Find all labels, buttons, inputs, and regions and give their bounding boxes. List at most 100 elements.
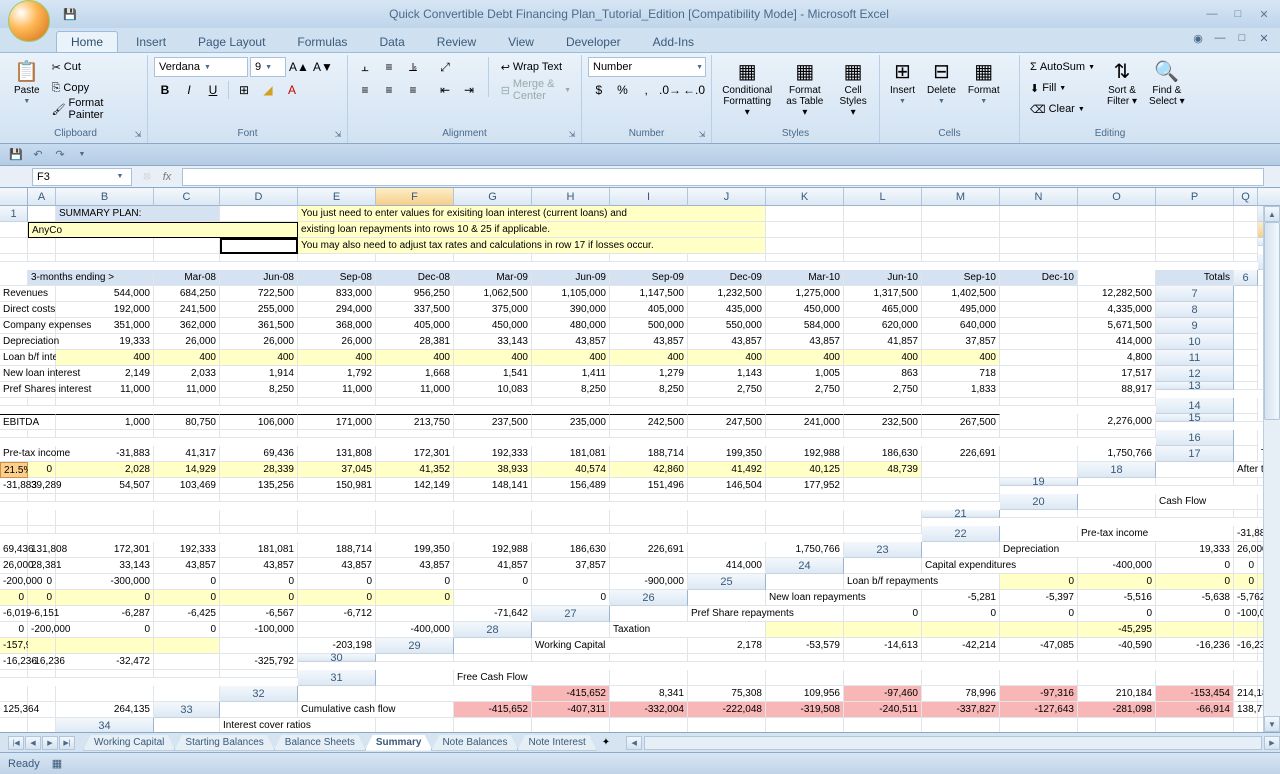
- cell[interactable]: [1000, 238, 1078, 254]
- cell[interactable]: -6,425: [154, 606, 220, 622]
- fx-icon[interactable]: fx: [158, 168, 176, 186]
- grow-font-button[interactable]: A▲: [288, 57, 310, 77]
- cell[interactable]: 0: [1234, 574, 1258, 590]
- header-cell[interactable]: 26: [610, 590, 688, 606]
- cell[interactable]: [844, 222, 922, 238]
- cell[interactable]: 242,500: [610, 414, 688, 430]
- cell[interactable]: [610, 430, 688, 438]
- align-right-button[interactable]: ≡: [402, 80, 424, 100]
- cell[interactable]: [610, 558, 688, 574]
- cell[interactable]: [298, 430, 376, 438]
- cell[interactable]: Pref Shares interest: [0, 382, 56, 398]
- cell[interactable]: [56, 398, 154, 406]
- cell[interactable]: 400: [766, 350, 844, 366]
- cell[interactable]: [922, 462, 1000, 478]
- sheet-tab[interactable]: Starting Balances: [174, 735, 274, 751]
- font-color-button[interactable]: A: [281, 80, 303, 100]
- cell[interactable]: [532, 622, 610, 638]
- cell[interactable]: 21.5%: [0, 462, 28, 478]
- cell[interactable]: [688, 430, 766, 438]
- cell[interactable]: 0: [844, 606, 922, 622]
- cell[interactable]: [56, 494, 154, 502]
- cell[interactable]: 0: [1000, 606, 1078, 622]
- merge-center-button[interactable]: ⊟Merge & Center▼: [497, 80, 575, 100]
- cell[interactable]: [766, 430, 844, 438]
- cell[interactable]: [922, 398, 1000, 406]
- cell[interactable]: [610, 606, 688, 622]
- cell[interactable]: 138,770: [1234, 702, 1258, 718]
- header-cell[interactable]: 15: [1156, 414, 1234, 422]
- cell[interactable]: 33,143: [454, 334, 532, 350]
- cell[interactable]: [1234, 654, 1258, 662]
- cell[interactable]: [0, 238, 28, 254]
- cell[interactable]: [154, 526, 220, 534]
- cell[interactable]: 213,750: [376, 414, 454, 430]
- cell[interactable]: [688, 398, 766, 406]
- cell[interactable]: [688, 254, 766, 262]
- cell[interactable]: [0, 270, 28, 286]
- header-cell[interactable]: Mar-09: [454, 270, 532, 286]
- cell[interactable]: 0: [0, 622, 28, 638]
- tab-home[interactable]: Home: [56, 31, 118, 52]
- cell[interactable]: 0: [1078, 606, 1156, 622]
- header-cell[interactable]: R: [1258, 188, 1280, 206]
- cell[interactable]: [28, 702, 56, 718]
- cell[interactable]: -222,048: [688, 702, 766, 718]
- cell[interactable]: [922, 478, 1000, 494]
- cell[interactable]: [56, 526, 154, 534]
- tab-view[interactable]: View: [494, 32, 548, 52]
- cell[interactable]: -281,098: [1078, 702, 1156, 718]
- cell[interactable]: 247,500: [688, 414, 766, 430]
- cell[interactable]: [766, 670, 844, 686]
- cell[interactable]: 151,496: [610, 478, 688, 494]
- cell[interactable]: 0: [220, 590, 298, 606]
- clear-button[interactable]: ⌫Clear▼: [1026, 99, 1099, 119]
- header-cell[interactable]: 17: [1156, 446, 1234, 462]
- cell[interactable]: 232,500: [844, 414, 922, 430]
- cell[interactable]: New loan interest: [0, 366, 56, 382]
- format-cells-button[interactable]: ▦Format▼: [964, 57, 1004, 107]
- cell[interactable]: 1,232,500: [688, 286, 766, 302]
- cell[interactable]: -400,000: [376, 622, 454, 638]
- cell[interactable]: [1156, 510, 1234, 518]
- cell[interactable]: [220, 206, 298, 222]
- cell[interactable]: 8,250: [220, 382, 298, 398]
- tab-review[interactable]: Review: [423, 32, 490, 52]
- cell[interactable]: 255,000: [220, 302, 298, 318]
- cell[interactable]: -100,000: [1234, 606, 1258, 622]
- cell[interactable]: [1078, 670, 1156, 686]
- cell[interactable]: 620,000: [844, 318, 922, 334]
- cell[interactable]: [532, 398, 610, 406]
- cell[interactable]: [1000, 414, 1078, 430]
- cell[interactable]: [376, 606, 454, 622]
- cell[interactable]: 28,381: [28, 558, 56, 574]
- header-cell[interactable]: 32: [220, 686, 298, 702]
- cell[interactable]: [28, 254, 56, 262]
- header-cell[interactable]: K: [766, 188, 844, 206]
- cell[interactable]: Loan b/f repayments: [844, 574, 1000, 590]
- cell[interactable]: [0, 188, 28, 206]
- underline-button[interactable]: U: [202, 80, 224, 100]
- cell[interactable]: 148,141: [454, 478, 532, 494]
- cell[interactable]: [376, 510, 454, 526]
- cell[interactable]: 400: [56, 350, 154, 366]
- number-format-combo[interactable]: Number▼: [588, 57, 706, 77]
- header-cell[interactable]: 7: [1156, 286, 1234, 302]
- cell[interactable]: 142,149: [376, 478, 454, 494]
- cell[interactable]: -6,567: [220, 606, 298, 622]
- cell[interactable]: [610, 526, 688, 534]
- find-select-button[interactable]: 🔍Find &Select ▾: [1145, 57, 1189, 109]
- cell[interactable]: 39,289: [28, 478, 56, 494]
- cell[interactable]: -200,000: [0, 574, 28, 590]
- header-cell[interactable]: L: [844, 188, 922, 206]
- ribbon-max-icon[interactable]: □: [1234, 30, 1250, 46]
- cell[interactable]: [844, 430, 922, 438]
- cell[interactable]: [56, 510, 154, 526]
- cell[interactable]: [922, 254, 1000, 262]
- cell[interactable]: -100,000: [220, 622, 298, 638]
- cell[interactable]: 1,750,766: [766, 542, 844, 558]
- cell[interactable]: [28, 526, 56, 534]
- cell[interactable]: [922, 238, 1000, 254]
- cell[interactable]: [1078, 398, 1156, 406]
- cell[interactable]: [0, 398, 28, 406]
